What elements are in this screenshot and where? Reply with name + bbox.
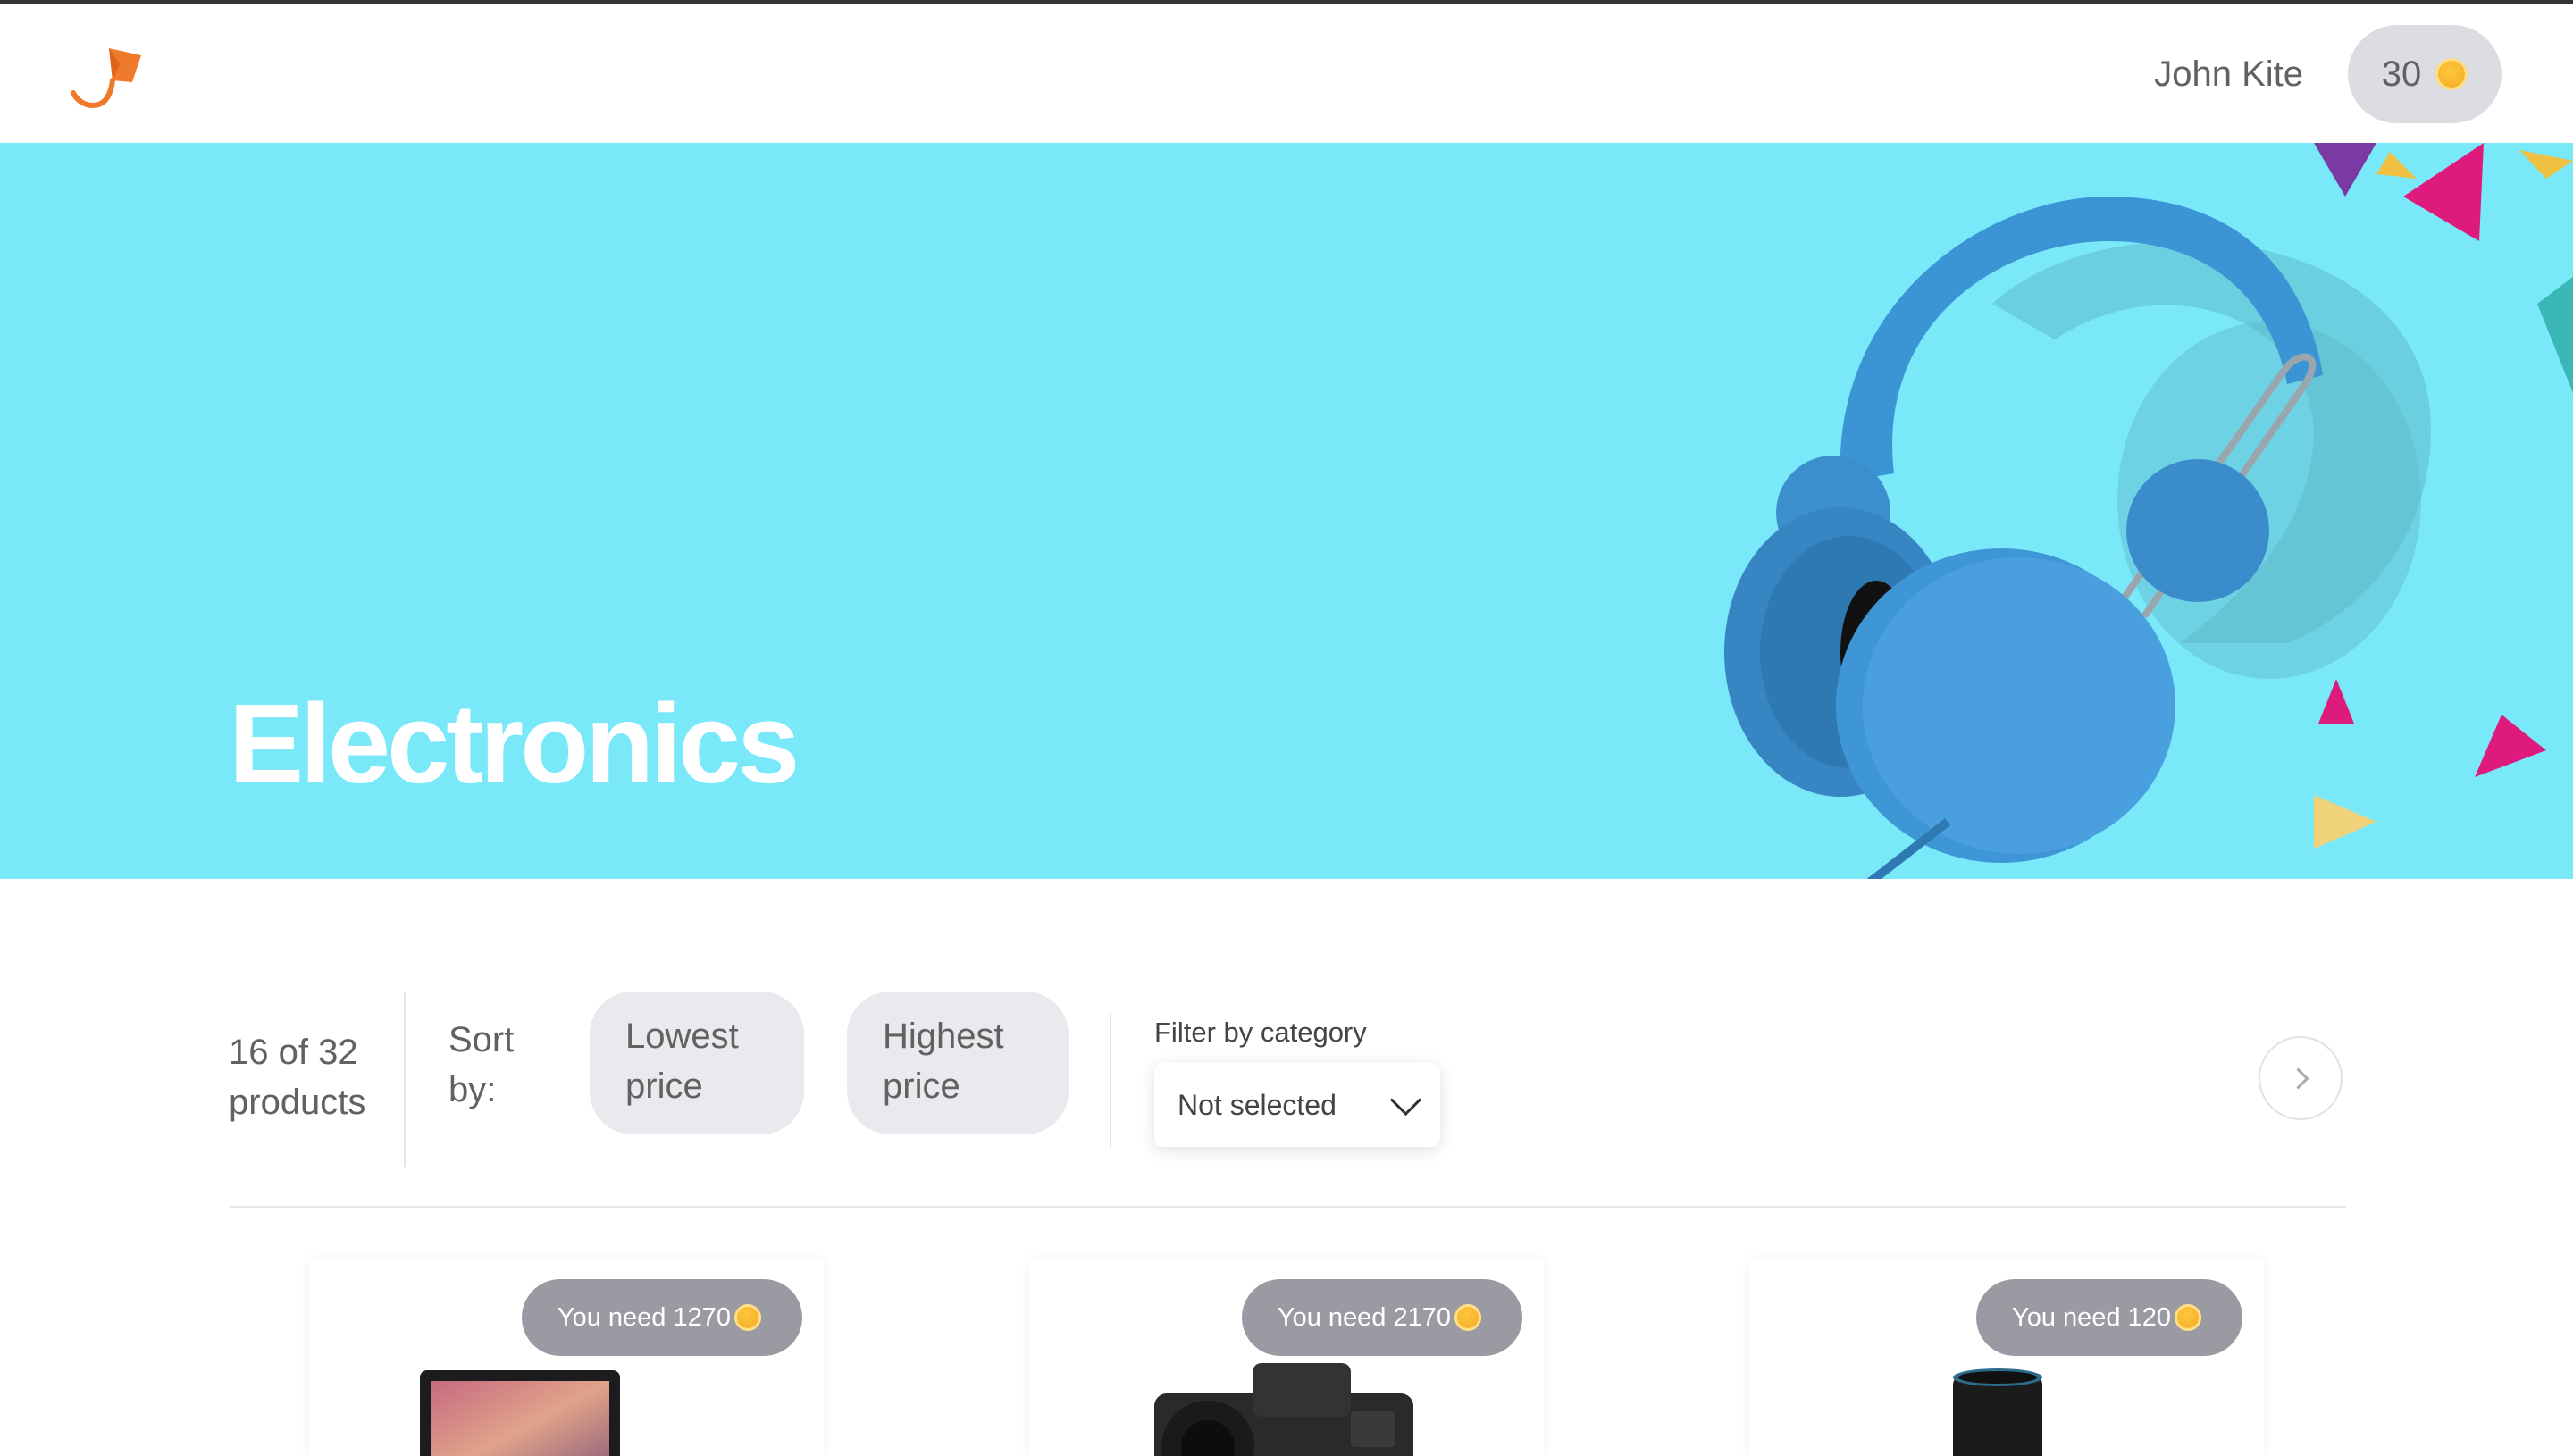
points-needed-text: You need 2170 bbox=[1277, 1302, 1451, 1332]
points-needed-badge: You need 1270 bbox=[521, 1279, 802, 1356]
product-card[interactable]: You need 1270 bbox=[309, 1259, 824, 1456]
product-card[interactable]: You need 120 bbox=[1749, 1259, 2264, 1456]
coin-icon bbox=[2435, 58, 2468, 90]
points-needed-text: You need 120 bbox=[2012, 1302, 2171, 1332]
user-name[interactable]: John Kite bbox=[2154, 52, 2303, 96]
sort-label: Sort by: bbox=[448, 1020, 515, 1109]
coin-icon bbox=[734, 1304, 761, 1331]
chevron-down-icon bbox=[1389, 1084, 1422, 1116]
filter-category-select[interactable]: Not selected bbox=[1154, 1063, 1440, 1147]
filter-category-value: Not selected bbox=[1178, 1088, 1337, 1121]
toolbar-divider bbox=[229, 1206, 2346, 1208]
points-needed-text: You need 1270 bbox=[557, 1302, 731, 1332]
divider bbox=[1110, 1013, 1111, 1149]
next-page-button[interactable] bbox=[2259, 1036, 2343, 1120]
category-banner: Electronics bbox=[0, 143, 2573, 879]
filter-category-label: Filter by category bbox=[1154, 1017, 1367, 1048]
points-needed-badge: You need 120 bbox=[1976, 1279, 2242, 1356]
headphones-image bbox=[1724, 143, 2573, 879]
points-balance[interactable]: 30 bbox=[2348, 25, 2502, 123]
site-header: John Kite 30 bbox=[0, 4, 2573, 143]
points-needed-badge: You need 2170 bbox=[1241, 1279, 1522, 1356]
kite-logo-icon[interactable] bbox=[70, 43, 145, 111]
coin-icon bbox=[2175, 1304, 2201, 1331]
products-count: 16 of 32 products bbox=[229, 1033, 366, 1122]
sort-highest-price-button[interactable]: Highest price bbox=[847, 992, 1069, 1134]
points-value: 30 bbox=[2381, 54, 2422, 94]
products-toolbar: 16 of 32 products Sort by: Lowest price … bbox=[229, 992, 2346, 1167]
divider bbox=[404, 992, 406, 1167]
coin-icon bbox=[1454, 1304, 1481, 1331]
chevron-right-icon bbox=[2286, 1067, 2309, 1090]
sort-lowest-price-button[interactable]: Lowest price bbox=[590, 992, 804, 1134]
product-card[interactable]: You need 2170 bbox=[1029, 1259, 1544, 1456]
page-title: Electronics bbox=[229, 681, 800, 807]
